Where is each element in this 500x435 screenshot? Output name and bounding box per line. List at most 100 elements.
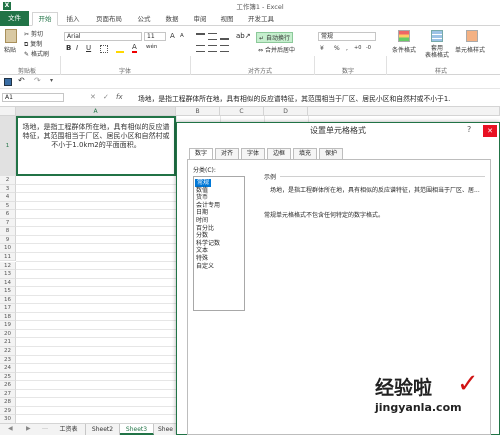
category-item[interactable]: 自定义: [196, 263, 214, 271]
category-item[interactable]: 百分比: [196, 225, 214, 233]
row-header[interactable]: 7: [0, 218, 16, 228]
insert-function-icon[interactable]: fx: [116, 93, 123, 101]
row-header[interactable]: 28: [0, 398, 16, 407]
cell-a1[interactable]: 场地，是指工程群体所在地，具有相似的反应谱特征，其范围相当于厂区、居民小区和自然…: [16, 116, 176, 176]
save-icon[interactable]: [4, 78, 12, 86]
align-top-icon[interactable]: [196, 33, 205, 40]
sheet-tab-salary[interactable]: 工资表: [52, 424, 86, 435]
tab-developer[interactable]: 开发工具: [244, 13, 278, 25]
number-format-select[interactable]: 常规: [318, 32, 376, 41]
align-bottom-icon[interactable]: [220, 33, 229, 40]
column-header-c[interactable]: C: [220, 107, 264, 116]
row-header[interactable]: 9: [0, 235, 16, 245]
row-header[interactable]: 15: [0, 287, 16, 296]
close-icon[interactable]: ✕: [483, 125, 497, 137]
category-item[interactable]: 时间: [196, 217, 208, 225]
category-list[interactable]: 常规 数值 货币 会计专用 日期 时间 百分比 分数 科学记数 文本 特殊 自定义: [193, 176, 245, 311]
row-header[interactable]: 5: [0, 201, 16, 211]
cancel-icon[interactable]: ✕: [90, 93, 96, 101]
conditional-format-button[interactable]: 条件格式: [392, 45, 416, 54]
shrink-font-button[interactable]: A: [180, 33, 184, 39]
tab-insert[interactable]: 插入: [62, 13, 84, 25]
underline-button[interactable]: U: [86, 44, 91, 52]
row-header[interactable]: 2: [0, 176, 16, 185]
tab-alignment[interactable]: 对齐: [215, 148, 239, 159]
row-header[interactable]: 16: [0, 295, 16, 305]
redo-icon[interactable]: ↷: [34, 76, 41, 85]
fill-color-icon[interactable]: [116, 45, 124, 53]
row-header[interactable]: 20: [0, 329, 16, 339]
borders-icon[interactable]: [100, 45, 108, 53]
tab-fill[interactable]: 填充: [293, 148, 317, 159]
accounting-format-button[interactable]: ¥: [320, 45, 324, 52]
column-header-rest[interactable]: [308, 107, 500, 116]
merge-center-button[interactable]: ⇔ 合并后居中: [258, 45, 295, 54]
row-header[interactable]: 27: [0, 389, 16, 399]
tab-page-layout[interactable]: 页面布局: [92, 13, 126, 25]
grow-font-button[interactable]: A: [170, 32, 175, 40]
name-box[interactable]: A1: [2, 93, 64, 102]
wrap-text-button[interactable]: ↵ 自动换行: [256, 32, 293, 43]
column-header-d[interactable]: D: [264, 107, 308, 116]
category-item[interactable]: 文本: [196, 247, 208, 255]
row-header[interactable]: 26: [0, 381, 16, 390]
cell-styles-button[interactable]: 单元格样式: [455, 45, 485, 54]
align-right-icon[interactable]: [220, 45, 229, 52]
select-all-corner[interactable]: [0, 107, 16, 116]
increase-decimal-button[interactable]: +0: [354, 45, 361, 51]
row-header[interactable]: 11: [0, 252, 16, 262]
copy-button[interactable]: ⧉ 复制: [24, 39, 42, 49]
tab-border[interactable]: 边框: [267, 148, 291, 159]
tab-font[interactable]: 字体: [241, 148, 265, 159]
comma-button[interactable]: ,: [346, 45, 348, 52]
percent-button[interactable]: %: [334, 45, 340, 52]
row-header[interactable]: 13: [0, 270, 16, 279]
row-header[interactable]: 4: [0, 193, 16, 202]
row-header[interactable]: 25: [0, 372, 16, 382]
column-header-b[interactable]: B: [176, 107, 220, 116]
category-item[interactable]: 常规: [195, 179, 212, 187]
column-header-a[interactable]: A: [16, 107, 176, 116]
align-left-icon[interactable]: [196, 45, 205, 52]
cell-styles-icon[interactable]: [466, 30, 478, 42]
paste-icon[interactable]: [5, 29, 17, 43]
tab-home[interactable]: 开始: [32, 12, 58, 26]
tab-formulas[interactable]: 公式: [133, 13, 155, 25]
format-painter-button[interactable]: ✎ 格式刷: [24, 49, 49, 58]
row-header[interactable]: 22: [0, 347, 16, 356]
row-header[interactable]: 12: [0, 261, 16, 271]
row-header[interactable]: 3: [0, 184, 16, 194]
sheet-tab-sheet2[interactable]: Sheet2: [86, 424, 120, 435]
cut-button[interactable]: ✂ 剪切: [24, 29, 43, 38]
more-sheets-icon[interactable]: …: [42, 424, 48, 431]
undo-icon[interactable]: ↶: [18, 76, 25, 85]
row-header[interactable]: 17: [0, 304, 16, 313]
sheet-tab-sheet4[interactable]: Shee: [154, 424, 178, 435]
row-header[interactable]: 18: [0, 312, 16, 322]
tab-protection[interactable]: 保护: [319, 148, 343, 159]
align-middle-icon[interactable]: [208, 33, 217, 40]
customize-qat-icon[interactable]: ▾: [50, 77, 53, 84]
sheet-tab-sheet3[interactable]: Sheet3: [120, 424, 154, 435]
row-header[interactable]: 6: [0, 210, 16, 219]
category-item[interactable]: 数值: [196, 187, 208, 195]
row-header[interactable]: 19: [0, 321, 16, 330]
row-header[interactable]: 8: [0, 227, 16, 236]
row-header[interactable]: 21: [0, 338, 16, 347]
row-header[interactable]: 23: [0, 355, 16, 365]
paste-button[interactable]: 粘贴: [4, 45, 16, 54]
italic-button[interactable]: I: [76, 44, 78, 52]
category-item[interactable]: 分数: [196, 232, 208, 240]
format-as-table-button[interactable]: 套用 表格格式: [425, 45, 449, 59]
help-button[interactable]: ?: [467, 125, 471, 134]
orientation-icon[interactable]: ab↗: [236, 32, 251, 40]
category-item[interactable]: 货币: [196, 194, 208, 202]
scroll-right-icon[interactable]: ▶: [26, 425, 31, 432]
format-as-table-icon[interactable]: [431, 30, 443, 42]
tab-review[interactable]: 审阅: [189, 13, 211, 25]
font-name-select[interactable]: Arial: [64, 32, 142, 41]
row-header[interactable]: 29: [0, 406, 16, 416]
phonetic-button[interactable]: wén: [146, 44, 157, 50]
row-header[interactable]: 14: [0, 278, 16, 288]
category-item[interactable]: 特殊: [196, 255, 208, 263]
